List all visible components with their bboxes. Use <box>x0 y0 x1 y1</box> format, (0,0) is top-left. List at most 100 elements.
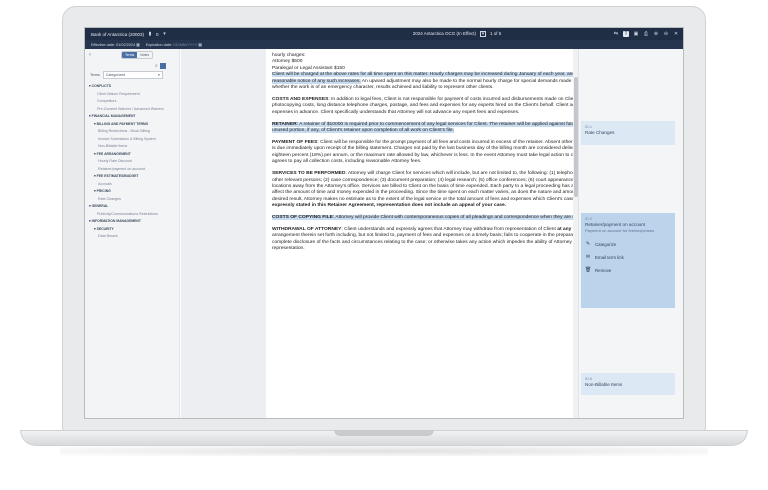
tree-item-label: Accruals <box>98 181 112 186</box>
zoom-in-icon[interactable]: ⊕ <box>653 31 659 37</box>
text-view-icon[interactable]: T <box>623 31 629 37</box>
comment-id: ID:6 <box>585 377 592 381</box>
tree-item-label: Billing Restrictions - Block Billing <box>98 129 150 133</box>
client-name[interactable]: Bank of Antarctica (20003) <box>91 32 144 37</box>
tree-item[interactable]: Non-Billable Items <box>89 143 175 151</box>
doc-text: Attorney $500 <box>272 59 303 65</box>
doc-text: hourly charges: <box>272 53 306 58</box>
tree-item[interactable]: ▾ GENERAL <box>89 203 175 211</box>
dates-bar: Effective date: 01/02/2024 ▦ Expiration … <box>85 40 683 49</box>
tree-item-label: INFORMATION MANAGEMENT <box>91 219 141 223</box>
version-number: 0 <box>156 31 159 37</box>
back-chevron-icon[interactable]: ‹ <box>89 52 91 58</box>
tree-item-label: FEE ARRANGEMENT <box>96 151 131 156</box>
search-icon[interactable]: ⌕ <box>155 63 158 69</box>
print-icon[interactable]: ⎙ <box>643 31 649 37</box>
tree-item[interactable]: Data Breach <box>89 233 175 241</box>
tree-item[interactable]: Billing Restrictions - Block Billing <box>89 128 175 136</box>
calendar-icon[interactable]: ▦ <box>198 43 202 47</box>
email-term-link-button[interactable]: ✉ Email term link <box>585 254 671 260</box>
filter-label: Terms <box>90 73 100 77</box>
tree-item-label: FINANCIAL MANAGEMENT <box>91 114 136 118</box>
tree-item[interactable]: ▾ PRICING <box>89 188 175 196</box>
remove-button[interactable]: 🗑 Remove <box>585 267 671 273</box>
calendar-icon[interactable]: ▦ <box>136 43 140 47</box>
scrollbar-thumb[interactable] <box>574 77 578 197</box>
tree-item[interactable]: ▾ INFORMATION MANAGEMENT <box>89 218 175 226</box>
tree-item[interactable]: ▾ FINANCIAL MANAGEMENT <box>89 113 175 121</box>
filter-select[interactable]: Categorized ▾ <box>102 71 163 79</box>
top-bar: Bank of Antarctica (20003) ▮ 0 ▾ 2024 An… <box>85 28 683 40</box>
tree-item[interactable]: ▾ SECURITY <box>89 226 175 234</box>
comment-id: ID:1 <box>585 125 592 129</box>
terms-notes-toggle: Terms Notes <box>121 51 154 59</box>
section-heading: WITHDRAWAL OF ATTORNEY <box>272 226 342 232</box>
section-heading: PAYMENT OF FEES <box>272 139 318 145</box>
comment-card[interactable]: ID:6 Non-Billable Items <box>581 373 675 395</box>
comment-title: Non-Billable Items <box>585 382 623 387</box>
laptop-notch <box>334 430 434 436</box>
document-title: 2024 Antarctica OCG (In Effect) <box>412 31 476 36</box>
comments-panel: ID:1 Rate Changes ID:2 Retainer/payment … <box>573 49 683 418</box>
tree-item-label: Hourly Rate Discount <box>98 159 132 163</box>
tab-terms[interactable]: Terms <box>122 52 138 58</box>
filter-value: Categorized <box>105 73 126 77</box>
comment-card[interactable]: ID:1 Rate Changes <box>581 121 675 145</box>
laptop-shadow <box>60 446 708 456</box>
tree-item-label: SECURITY <box>96 226 114 231</box>
tree-item-label: GENERAL <box>91 204 109 208</box>
tree-item-label: Rate Changes <box>98 196 121 201</box>
tree-item[interactable]: ▾ FEE ESTIMATES/BUDGET <box>89 173 175 181</box>
tree-item[interactable]: Invoice Submission & Billing System <box>89 136 175 144</box>
zoom-out-icon[interactable]: ⊖ <box>663 31 669 37</box>
app-screen: Bank of Antarctica (20003) ▮ 0 ▾ 2024 An… <box>84 27 684 419</box>
tree-item[interactable]: ▾ BILLING AND PAYMENT TERMS <box>89 121 175 129</box>
document-scrollbar[interactable] <box>573 49 579 418</box>
terms-tree: ▾ CONFLICTS Client Waiver Requirement Comp… <box>85 81 179 243</box>
section-heading[interactable]: RETAINER <box>272 121 297 127</box>
tree-item-label: PRICING <box>96 189 111 193</box>
section-heading: SERVICES TO BE PERFORMED <box>272 171 346 177</box>
expiration-date-value[interactable]: DD/MM/YYYY <box>173 43 197 47</box>
tree-item[interactable]: ▾ CONFLICTS <box>89 83 175 91</box>
tree-item-label: Publicity/Communications Restrictions <box>97 211 158 216</box>
tab-notes[interactable]: Notes <box>137 52 152 58</box>
tree-item[interactable]: Publicity/Communications Restrictions <box>89 211 175 219</box>
tree-item[interactable]: Client Waiver Requirement <box>89 91 175 99</box>
comment-title: Rate Changes <box>585 130 615 135</box>
grid-view-icon[interactable] <box>159 63 166 69</box>
close-icon[interactable]: ✕ <box>673 31 679 37</box>
section-heading: COSTS AND EXPENSES <box>272 96 329 102</box>
terms-sidebar: ‹ Terms Notes ⌕ Terms Categorized ▾ ▾ CO… <box>85 49 180 418</box>
tree-item-label: Retainer/payment on account <box>98 166 145 171</box>
action-label: Categorize <box>595 241 617 247</box>
expiration-date-label: Expiration date: <box>145 43 173 47</box>
categorize-button[interactable]: ✎ Categorize <box>585 241 671 247</box>
pencil-icon: ✎ <box>585 241 591 247</box>
tree-item[interactable]: Competitors <box>89 98 175 106</box>
tree-item-label: BILLING AND PAYMENT TERMS <box>96 121 149 126</box>
compare-icon[interactable]: ⇆ <box>613 31 619 37</box>
tree-item[interactable]: Pre-Consent Waivers / Advanced Waivers <box>89 106 175 114</box>
page-indicator: 1 of 5 <box>489 31 502 36</box>
tree-item[interactable]: Retainer/payment on account <box>89 166 175 174</box>
image-view-icon[interactable]: ▣ <box>633 31 639 37</box>
tree-item[interactable]: ▾ FEE ARRANGEMENT <box>89 151 175 159</box>
file-icon: ▮ <box>148 31 152 37</box>
tree-item-label: Non-Billable Items <box>98 144 128 148</box>
tree-item[interactable]: Hourly Rate Discount <box>89 158 175 166</box>
effective-date-value[interactable]: 01/02/2024 <box>116 43 135 47</box>
comment-id: ID:2 <box>585 217 592 221</box>
comment-card-selected[interactable]: ID:2 Retainer/payment on account Payment… <box>581 213 675 308</box>
chevron-down-icon[interactable]: ▾ <box>162 31 168 37</box>
doc-text: Paralegal or Legal Assistant $150 <box>272 65 345 71</box>
tree-item[interactable]: Rate Changes <box>89 196 175 204</box>
tree-item-label: Competitors <box>97 99 117 103</box>
tree-item[interactable]: Accruals <box>89 181 175 189</box>
action-label: Remove <box>595 267 612 273</box>
doc-text: : Client understands and expressly agree… <box>341 226 558 232</box>
tree-item-label: Data Breach <box>98 234 118 238</box>
comment-title: Retainer/payment on account <box>585 222 646 227</box>
expand-icon[interactable]: ▾ <box>479 31 486 37</box>
section-heading[interactable]: COSTS OF COPYING FILE <box>272 215 333 221</box>
